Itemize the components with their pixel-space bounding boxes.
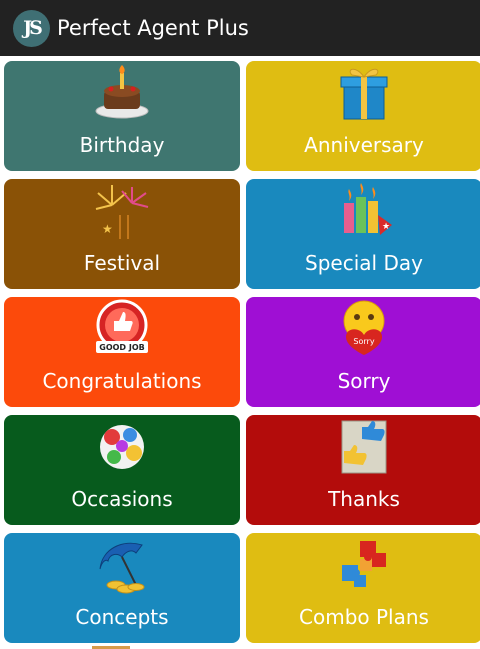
tile-congratulations[interactable]: GOOD JOB Congratulations [4,297,240,407]
tile-label: Sorry [337,369,391,393]
tile-birthday[interactable]: Birthday [4,61,240,171]
gift-box-icon [340,68,388,120]
tile-label: Special Day [305,251,423,275]
thumbs-up-thanks-icon [341,420,387,474]
svg-text:★: ★ [102,222,113,236]
tile-label: Birthday [79,133,165,157]
tile-combo-plans[interactable]: Combo Plans [246,533,480,643]
sorry-smiley-icon: Sorry [343,300,385,355]
tile-label: Thanks [328,487,400,511]
app-bar: JS Perfect Agent Plus [0,0,480,56]
tile-festival[interactable]: ★ Festival [4,179,240,289]
tile-occasions[interactable]: Occasions [4,415,240,525]
tile-concepts[interactable]: Concepts [4,533,240,643]
tile-label: Congratulations [42,369,202,393]
tile-thanks[interactable]: Thanks [246,415,480,525]
category-grid: Birthday Anniversary ★ Festival ★ Specia… [0,56,480,649]
tile-label: Anniversary [304,133,424,157]
candles-icon: ★ [344,183,392,235]
tile-sorry[interactable]: Sorry Sorry [246,297,480,407]
svg-text:★: ★ [382,222,390,232]
svg-text:GOOD JOB: GOOD JOB [99,343,144,352]
birthday-cake-icon [95,65,149,119]
app-title: Perfect Agent Plus [57,16,249,40]
tile-label: Festival [83,251,161,275]
svg-text:Sorry: Sorry [353,337,374,346]
puzzle-pieces-icon [342,541,386,587]
tile-label: Occasions [71,487,173,511]
tile-label: Combo Plans [299,605,429,629]
tile-label: Concepts [75,605,169,629]
tile-anniversary[interactable]: Anniversary [246,61,480,171]
app-logo[interactable]: JS [13,10,50,47]
fireworks-icon: ★ [95,185,149,239]
umbrella-coins-icon [99,542,145,594]
good-job-badge-icon: GOOD JOB [96,299,148,353]
balloons-collage-icon [100,425,144,469]
tile-special-day[interactable]: ★ Special Day [246,179,480,289]
